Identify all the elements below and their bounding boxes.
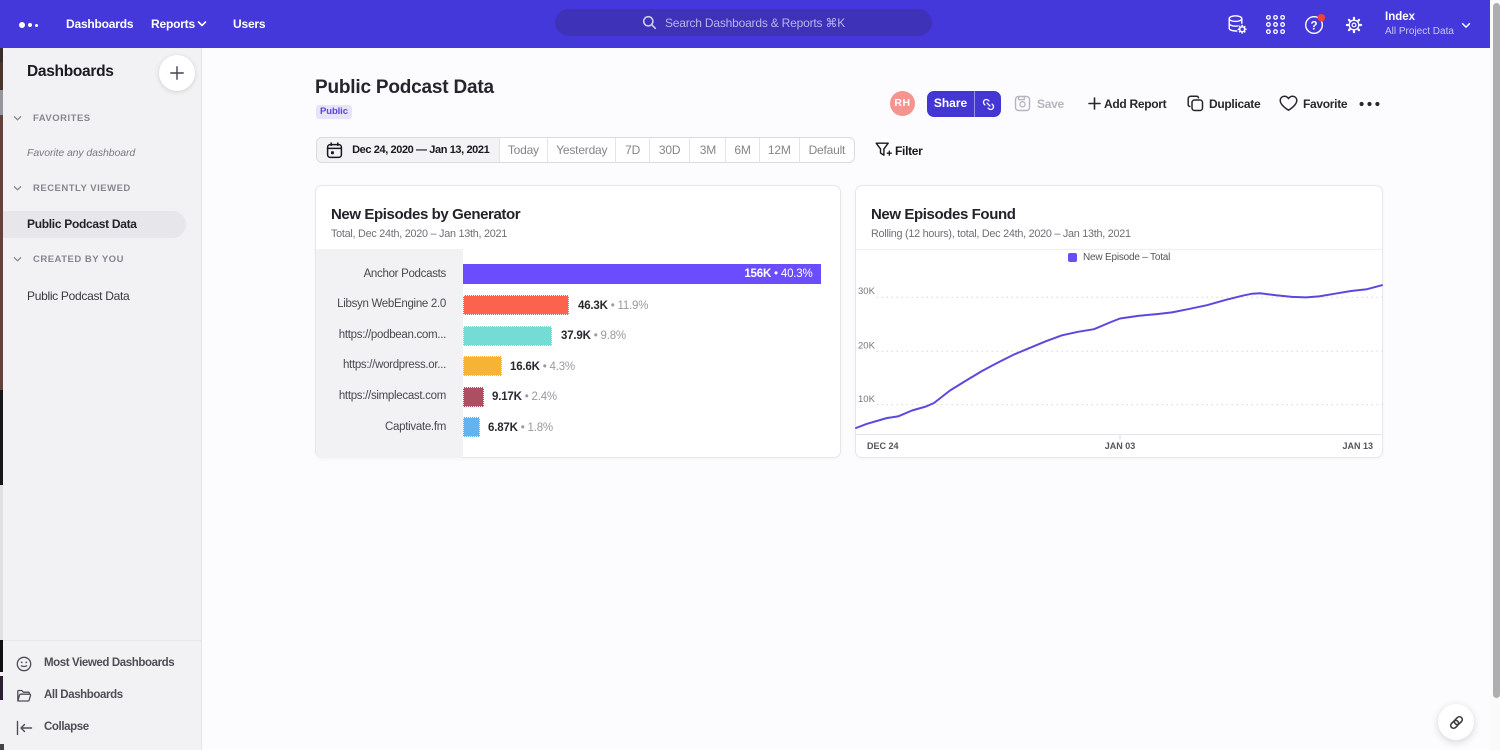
- svg-text:10K: 10K: [858, 394, 876, 405]
- svg-text:?: ?: [1310, 20, 1317, 32]
- svg-text:JAN 03: JAN 03: [1105, 441, 1136, 451]
- svg-text:JAN 13: JAN 13: [1342, 441, 1373, 451]
- svg-text:DEC 24: DEC 24: [867, 441, 899, 451]
- svg-text:30K: 30K: [858, 286, 876, 297]
- svg-text:20K: 20K: [858, 341, 876, 352]
